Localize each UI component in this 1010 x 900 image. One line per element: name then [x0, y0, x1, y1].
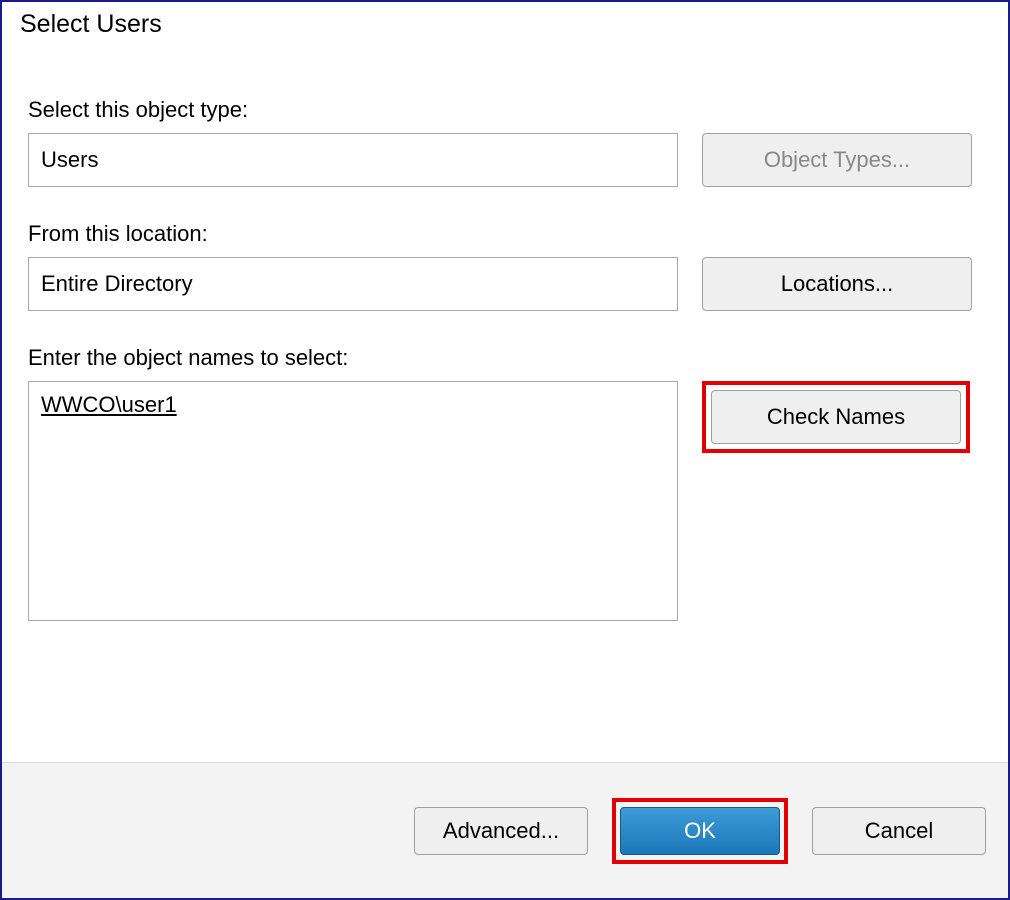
- dialog-content: Select this object type: Users Object Ty…: [2, 39, 1008, 762]
- ok-highlight: OK: [612, 798, 788, 864]
- object-names-value: WWCO\user1: [41, 392, 177, 417]
- select-users-dialog: Select Users Select this object type: Us…: [0, 0, 1010, 900]
- object-type-value: Users: [41, 147, 98, 173]
- location-group: From this location: Entire Directory Loc…: [28, 221, 982, 311]
- object-names-input[interactable]: WWCO\user1: [28, 381, 678, 621]
- location-field[interactable]: Entire Directory: [28, 257, 678, 311]
- cancel-button[interactable]: Cancel: [812, 807, 986, 855]
- object-type-label: Select this object type:: [28, 97, 982, 123]
- object-type-field[interactable]: Users: [28, 133, 678, 187]
- object-types-button[interactable]: Object Types...: [702, 133, 972, 187]
- names-label: Enter the object names to select:: [28, 345, 982, 371]
- location-label: From this location:: [28, 221, 982, 247]
- names-group: Enter the object names to select: WWCO\u…: [28, 345, 982, 621]
- dialog-title: Select Users: [2, 2, 1008, 39]
- check-names-button[interactable]: Check Names: [711, 390, 961, 444]
- dialog-footer: Advanced... OK Cancel: [2, 762, 1008, 898]
- locations-button[interactable]: Locations...: [702, 257, 972, 311]
- advanced-button[interactable]: Advanced...: [414, 807, 588, 855]
- object-type-group: Select this object type: Users Object Ty…: [28, 97, 982, 187]
- ok-button[interactable]: OK: [620, 807, 780, 855]
- location-value: Entire Directory: [41, 271, 193, 297]
- check-names-highlight: Check Names: [702, 381, 970, 453]
